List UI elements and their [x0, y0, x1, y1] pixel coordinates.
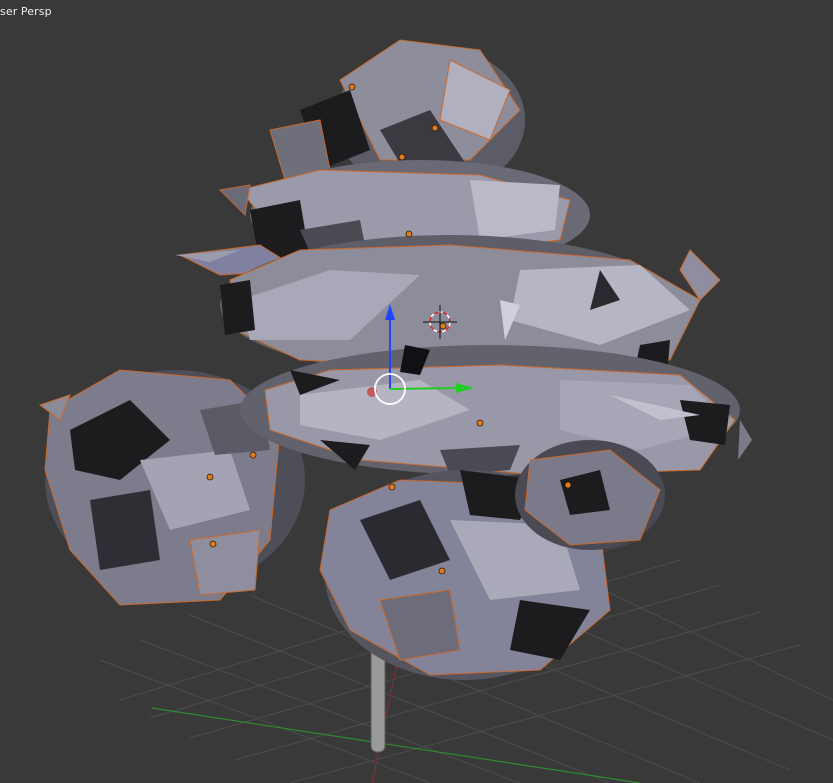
tree-canopy[interactable]	[38, 39, 752, 680]
x-axis-line	[151, 707, 641, 783]
foliage-cluster-right	[515, 440, 665, 550]
3d-viewport[interactable]: ser Persp	[0, 0, 833, 783]
view-label: ser Persp	[0, 5, 52, 18]
viewport-scene[interactable]	[0, 0, 833, 783]
